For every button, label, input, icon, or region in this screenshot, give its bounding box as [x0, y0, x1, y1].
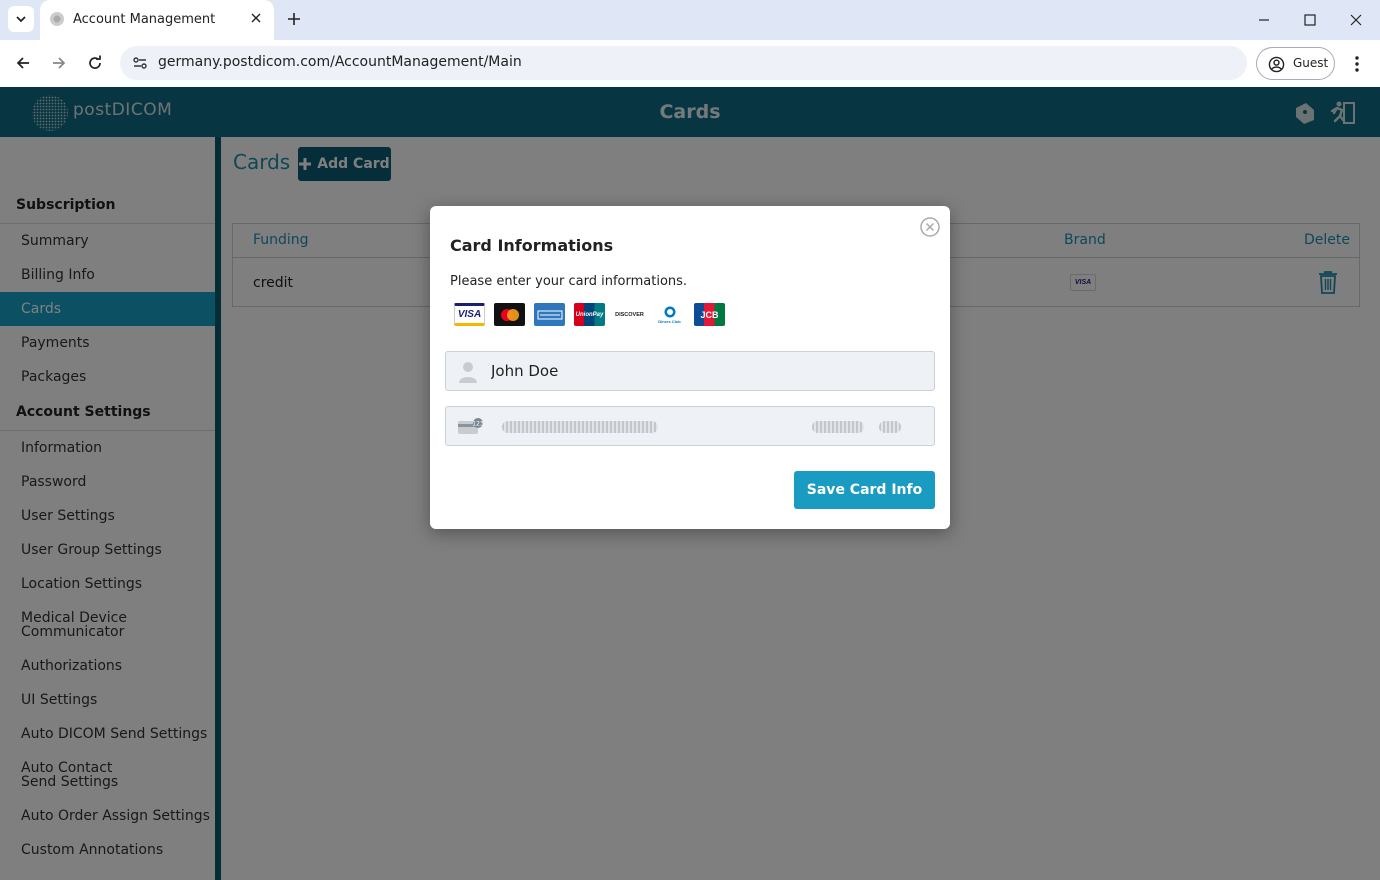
mastercard-logo-icon — [494, 303, 525, 326]
browser-toolbar: germany.postdicom.com/AccountManagement/… — [0, 40, 1380, 87]
more-vertical-icon — [1355, 56, 1359, 72]
card-info-modal: Card Informations Please enter your card… — [430, 206, 950, 529]
minimize-icon — [1259, 19, 1269, 21]
close-icon — [251, 13, 261, 23]
user-icon — [459, 362, 477, 383]
svg-text:123: 123 — [472, 421, 484, 428]
blurred-cvc — [879, 421, 901, 433]
tab-search-button[interactable] — [8, 6, 34, 32]
blurred-card-number — [502, 421, 658, 433]
arrow-right-icon — [53, 57, 66, 69]
profile-label: Guest — [1293, 56, 1329, 70]
plus-icon — [288, 13, 300, 25]
cardholder-name-field[interactable] — [445, 351, 935, 391]
cardholder-name-input[interactable] — [491, 360, 911, 382]
forward-button[interactable] — [46, 50, 72, 76]
profile-button[interactable]: Guest — [1256, 47, 1335, 80]
visa-logo-icon: VISA — [454, 303, 485, 326]
reload-button[interactable] — [82, 50, 108, 76]
browser-tab[interactable]: Account Management — [40, 0, 274, 40]
tab-close-button[interactable] — [246, 8, 266, 28]
site-favicon-icon — [50, 12, 64, 26]
close-window-button[interactable] — [1344, 8, 1368, 32]
tab-title: Account Management — [73, 12, 216, 27]
close-circle-icon — [920, 217, 940, 237]
modal-close-button[interactable] — [919, 216, 941, 238]
diners-club-logo-icon: Diners Club — [654, 303, 685, 326]
browser-titlebar: Account Management — [0, 0, 1380, 40]
save-card-info-button[interactable]: Save Card Info — [794, 471, 935, 509]
maximize-icon — [1304, 14, 1316, 26]
arrow-left-icon — [16, 57, 29, 69]
credit-card-icon: 123 — [458, 418, 484, 434]
new-tab-button[interactable] — [282, 7, 306, 31]
modal-title: Card Informations — [450, 236, 614, 255]
card-number-field[interactable]: 123 — [445, 406, 935, 446]
url-text: germany.postdicom.com/AccountManagement/… — [158, 54, 522, 70]
back-button[interactable] — [10, 50, 36, 76]
chevron-down-icon — [16, 16, 26, 23]
amex-logo-icon — [534, 303, 565, 326]
modal-subtitle: Please enter your card informations. — [450, 274, 688, 289]
profile-icon — [1268, 56, 1285, 73]
discover-logo-icon: DISCOVER — [614, 303, 645, 326]
address-bar[interactable]: germany.postdicom.com/AccountManagement/… — [120, 46, 1247, 80]
browser-menu-button[interactable] — [1345, 52, 1369, 76]
jcb-logo-icon: JCB — [694, 303, 725, 326]
minimize-button[interactable] — [1252, 8, 1276, 32]
maximize-button[interactable] — [1298, 8, 1322, 32]
site-settings-icon — [133, 57, 147, 69]
reload-icon — [89, 55, 101, 69]
unionpay-logo-icon: UnionPay — [574, 303, 605, 326]
card-brand-logos: VISA UnionPay DISCOVER Diners Club JCB — [454, 303, 725, 326]
blurred-expiry — [812, 421, 864, 433]
close-icon — [1350, 14, 1362, 26]
